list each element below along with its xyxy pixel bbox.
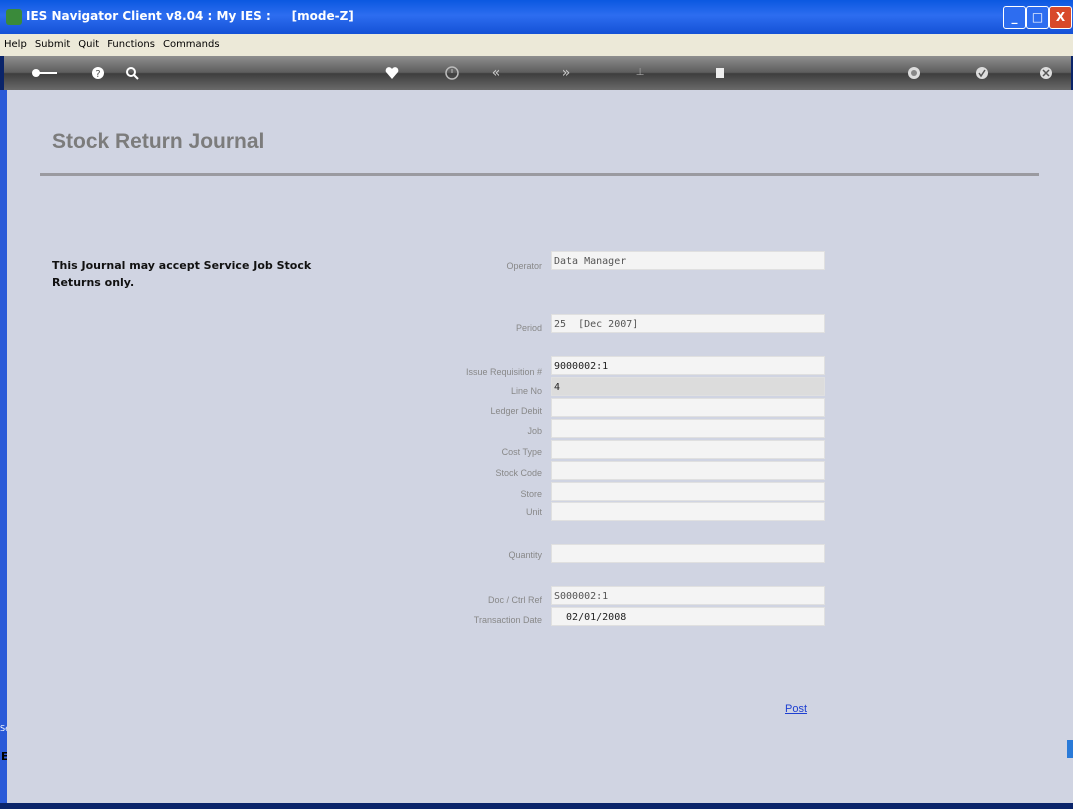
journal-note: This Journal may accept Service Job Stoc… [52,259,312,289]
close-icon[interactable] [1038,65,1054,81]
window-title: IES Navigator Client v8.04 : My IES : [m… [26,9,354,23]
bottom-border [0,803,1073,809]
cost-type-label: Cost Type [501,447,542,457]
menu-bar: Help Submit Quit Functions Commands [0,34,1073,56]
menu-help[interactable]: Help [0,34,31,50]
heart-icon[interactable] [384,65,400,81]
check-icon[interactable] [974,65,990,81]
title-bar: IES Navigator Client v8.04 : My IES : [m… [0,0,1073,35]
close-window-button[interactable]: X [1049,6,1072,29]
period-label: Period [515,323,542,333]
doc-ctrl-ref-label: Doc / Ctrl Ref [487,595,542,605]
ledger-debit-field[interactable] [551,398,825,417]
menu-functions[interactable]: Functions [103,34,159,50]
unit-field[interactable] [551,502,825,521]
refresh-icon[interactable] [906,65,922,81]
side-panel-strip[interactable]: Se E [0,90,10,809]
app-icon [6,9,22,25]
post-link[interactable]: Post [785,703,807,715]
menu-commands[interactable]: Commands [159,34,224,50]
period-field[interactable]: 25 [Dec 2007] [551,314,825,333]
job-field[interactable] [551,419,825,438]
clock-icon[interactable] [444,65,460,81]
operator-label: Operator [506,261,542,271]
store-label: Store [520,489,542,499]
unit-label: Unit [525,507,542,517]
quantity-field[interactable] [551,544,825,563]
svg-text:?: ? [95,69,100,80]
toolbar: ? « » ⊥ [4,56,1071,90]
store-field[interactable] [551,482,825,501]
menu-quit[interactable]: Quit [74,34,103,50]
doc-ctrl-ref-field[interactable]: S000002:1 [551,586,825,605]
operator-field[interactable]: Data Manager [551,251,825,270]
minimize-button[interactable]: _ [1003,6,1026,29]
search-icon[interactable] [124,65,140,81]
stock-code-field[interactable] [551,461,825,480]
quantity-label: Quantity [508,550,542,560]
line-no-field[interactable]: 4 [551,377,825,396]
tree-icon[interactable]: ⊥ [632,65,648,81]
application-window: IES Navigator Client v8.04 : My IES : [m… [0,0,1073,809]
transaction-date-field[interactable]: 02/01/2008 [551,607,825,626]
transaction-date-label: Transaction Date [473,615,542,625]
cost-type-field[interactable] [551,440,825,459]
menu-submit[interactable]: Submit [31,34,74,50]
issue-requisition-field[interactable]: 9000002:1 [551,356,825,375]
ledger-debit-label: Ledger Debit [490,406,542,416]
maximize-button[interactable]: □ [1026,6,1049,29]
job-label: Job [527,426,542,436]
forward-icon[interactable]: » [558,65,574,81]
issue-requisition-label: Issue Requisition # [465,367,542,377]
stop-icon[interactable] [712,65,728,81]
key-icon[interactable] [30,65,60,81]
help-icon[interactable]: ? [90,65,106,81]
stock-code-label: Stock Code [495,468,542,478]
right-scroll-indicator [1067,740,1073,758]
page-title: Stock Return Journal [52,130,265,153]
rewind-icon[interactable]: « [488,65,504,81]
line-no-label: Line No [510,386,542,396]
title-divider [40,173,1039,176]
